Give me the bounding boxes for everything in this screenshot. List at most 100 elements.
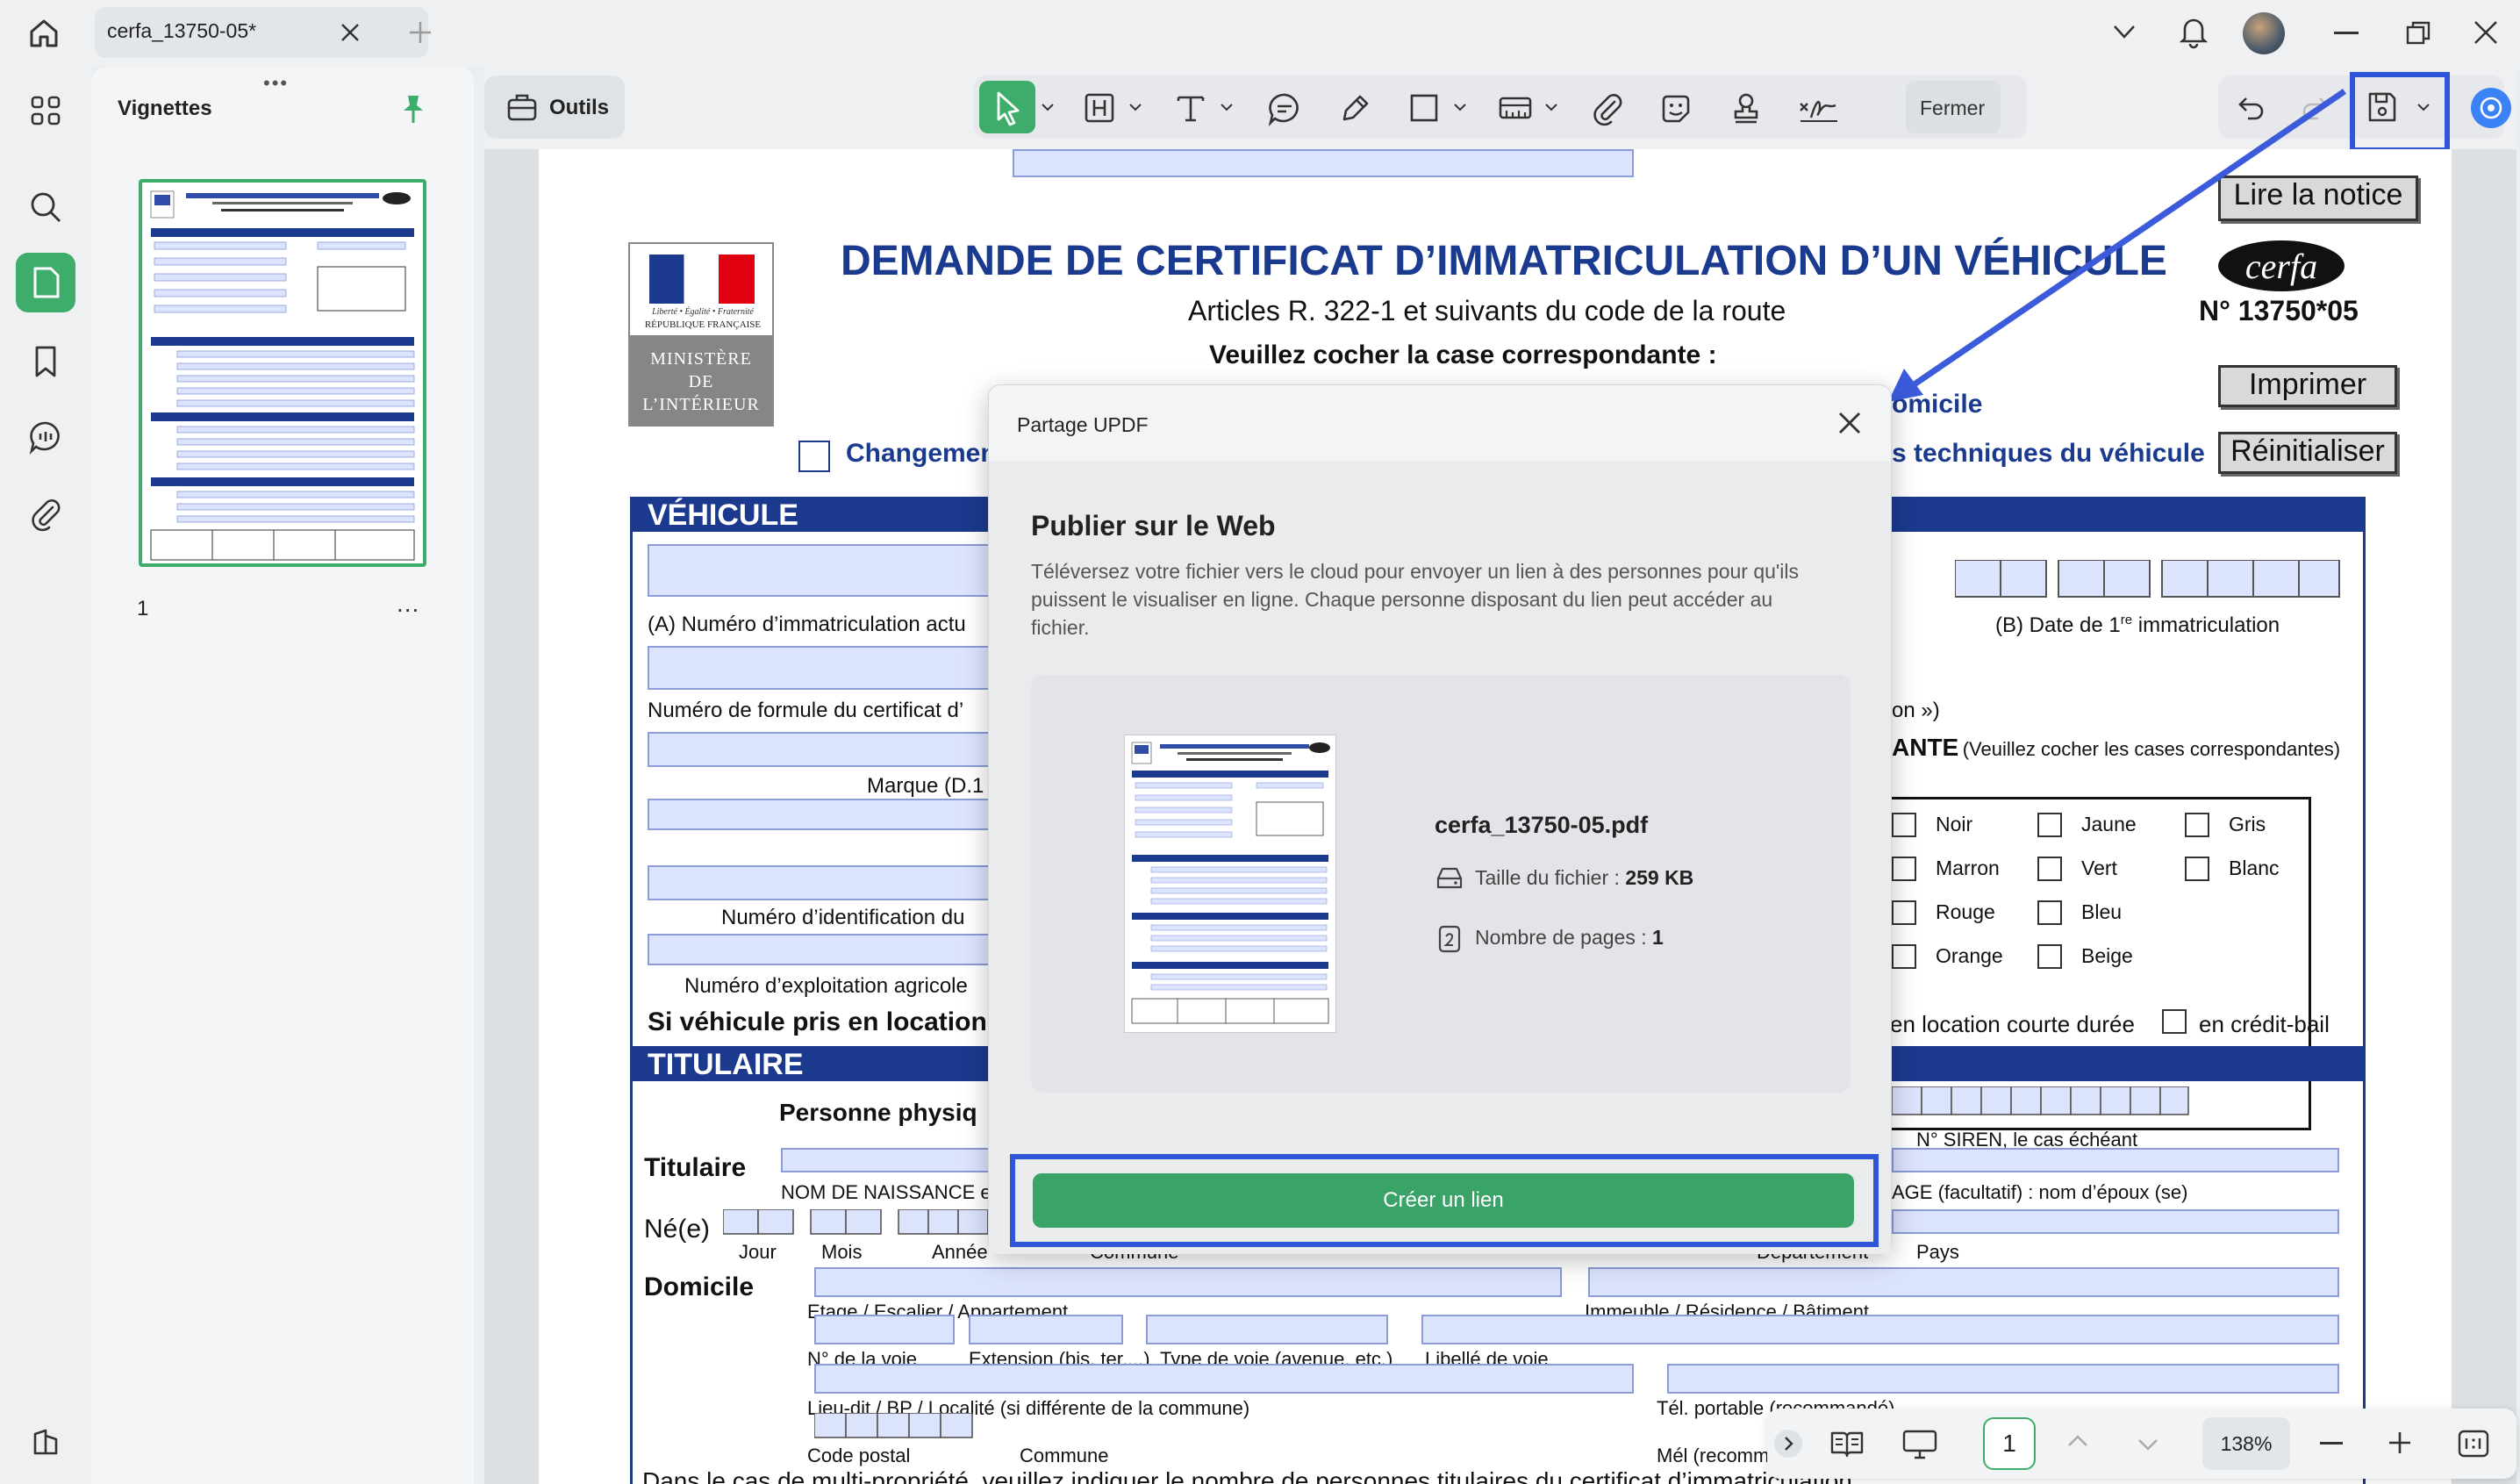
date-immat-boxes[interactable] [1955,560,2341,599]
color-checkbox[interactable] [2185,857,2209,881]
attachment-icon[interactable] [16,484,75,544]
theme-icon[interactable] [16,1413,75,1473]
attach-tool-icon[interactable] [1590,91,1625,126]
marque-field-2[interactable] [648,799,1016,830]
mel-label: Mél (recomm [1657,1445,1770,1466]
sticker-tool-icon[interactable] [1658,91,1693,126]
stamp-tool-icon[interactable] [1729,91,1764,126]
shape-chevron-icon[interactable] [1453,102,1467,112]
pencil-tool-icon[interactable] [1337,91,1372,126]
color-checkbox[interactable] [2037,900,2062,925]
nom-field[interactable] [781,1148,1018,1172]
select-chevron-icon[interactable] [1041,102,1055,112]
zoom-level[interactable]: 138% [2202,1417,2290,1470]
color-checkbox[interactable] [1892,857,1916,881]
color-label: Rouge [1936,900,1995,923]
libelle-field[interactable] [1421,1315,2339,1344]
text-tool-icon[interactable] [1174,91,1207,125]
pin-icon[interactable] [400,93,426,125]
annotation-tool-group: Fermer [974,75,2027,139]
collapse-arrow-icon[interactable] [1774,1430,1802,1458]
thumbnail-more-icon[interactable]: ... [397,590,419,618]
home-icon[interactable] [26,16,61,51]
avatar[interactable] [2243,12,2285,54]
restore-icon[interactable] [2404,19,2432,47]
ministry-line: DE [688,372,714,391]
highlight-chevron-icon[interactable] [1128,102,1142,112]
highlight-tool-icon[interactable] [1083,91,1116,125]
thumbnails-icon[interactable] [16,253,75,312]
new-tab-icon[interactable] [407,19,433,46]
next-page-icon[interactable] [2136,1435,2160,1454]
bell-icon[interactable] [2178,14,2209,49]
type-voie-field[interactable] [1146,1315,1388,1344]
lieu-dit-field[interactable] [814,1364,1634,1394]
create-link-button[interactable]: Créer un lien [1033,1173,1854,1228]
panel-drag-handle[interactable]: ••• [263,72,289,95]
color-checkbox[interactable] [2185,813,2209,837]
ai-assistant-icon[interactable] [2471,88,2511,128]
tel-field[interactable] [1667,1364,2339,1394]
measure-tool-icon[interactable] [1497,91,1534,125]
comment-tool-icon[interactable] [1267,91,1302,126]
formule-field[interactable] [648,646,1016,690]
credit-bail-checkbox[interactable] [2162,1009,2187,1034]
reading-mode-icon[interactable] [1829,1426,1865,1461]
actual-size-icon[interactable] [2457,1428,2490,1459]
chevron-down-icon[interactable] [2111,21,2137,42]
siren-boxes[interactable] [1892,1086,2190,1118]
ident-field[interactable] [648,865,1016,900]
search-icon[interactable] [16,177,75,237]
no-voie-field[interactable] [814,1315,955,1344]
zoom-in-icon[interactable] [2387,1430,2413,1456]
ministry-line: MINISTÈRE [650,349,752,369]
immeuble-field[interactable] [1588,1267,2339,1297]
birth-place-field[interactable] [1892,1209,2339,1234]
credit-bail-label: en crédit-bail [2199,1011,2330,1037]
commune-field[interactable] [1013,149,1634,177]
usage-field[interactable] [1892,1148,2339,1172]
titulaire-label: Titulaire [644,1153,747,1182]
pointer-arrow [1878,84,2369,409]
color-checkbox[interactable] [2037,813,2062,837]
save-chevron-icon[interactable] [2416,102,2431,112]
page-thumbnail[interactable] [139,179,426,567]
dialog-close-icon[interactable] [1835,408,1865,438]
bottom-note: Dans le cas de multi-propriété, veuillez… [642,1467,1852,1484]
shape-tool-icon[interactable] [1407,91,1441,125]
comment-icon[interactable] [16,407,75,467]
bookmark-icon[interactable] [16,332,75,391]
etage-field[interactable] [814,1267,1562,1297]
title-bar: cerfa_13750-05* [0,0,2520,67]
expl-field[interactable] [648,934,1016,965]
color-checkbox[interactable] [2037,944,2062,969]
color-checkbox[interactable] [1892,813,1916,837]
presentation-icon[interactable] [1901,1426,1939,1461]
page-number-input[interactable]: 1 [1983,1417,2036,1470]
document-tab[interactable]: cerfa_13750-05* [95,7,428,58]
measure-chevron-icon[interactable] [1544,102,1558,112]
code-postal-boxes[interactable] [814,1413,981,1441]
prev-page-icon[interactable] [2065,1431,2090,1451]
signature-tool-icon[interactable] [1797,91,1841,126]
reset-button[interactable]: Réinitialiser [2218,432,2397,474]
save-icon[interactable] [2366,90,2399,125]
minimize-icon[interactable] [2334,32,2359,34]
bottom-bar: 1 138% [1767,1409,2516,1479]
close-window-icon[interactable] [2473,19,2499,46]
form-subtitle: Articles R. 322-1 et suivants du code de… [1188,295,1786,326]
apps-grid-icon[interactable] [16,81,75,140]
extension-field[interactable] [969,1315,1123,1344]
color-checkbox[interactable] [1892,944,1916,969]
changement-checkbox[interactable] [798,441,830,472]
immat-field[interactable] [648,544,1016,597]
text-chevron-icon[interactable] [1220,102,1234,112]
color-checkbox[interactable] [1892,900,1916,925]
tools-button[interactable]: Outils [484,75,625,139]
birth-boxes[interactable] [723,1209,1021,1237]
select-tool[interactable] [979,81,1035,133]
marque-field[interactable] [648,732,1016,767]
zoom-out-icon[interactable] [2320,1442,2343,1445]
close-tab-icon[interactable] [339,21,362,44]
color-checkbox[interactable] [2037,857,2062,881]
